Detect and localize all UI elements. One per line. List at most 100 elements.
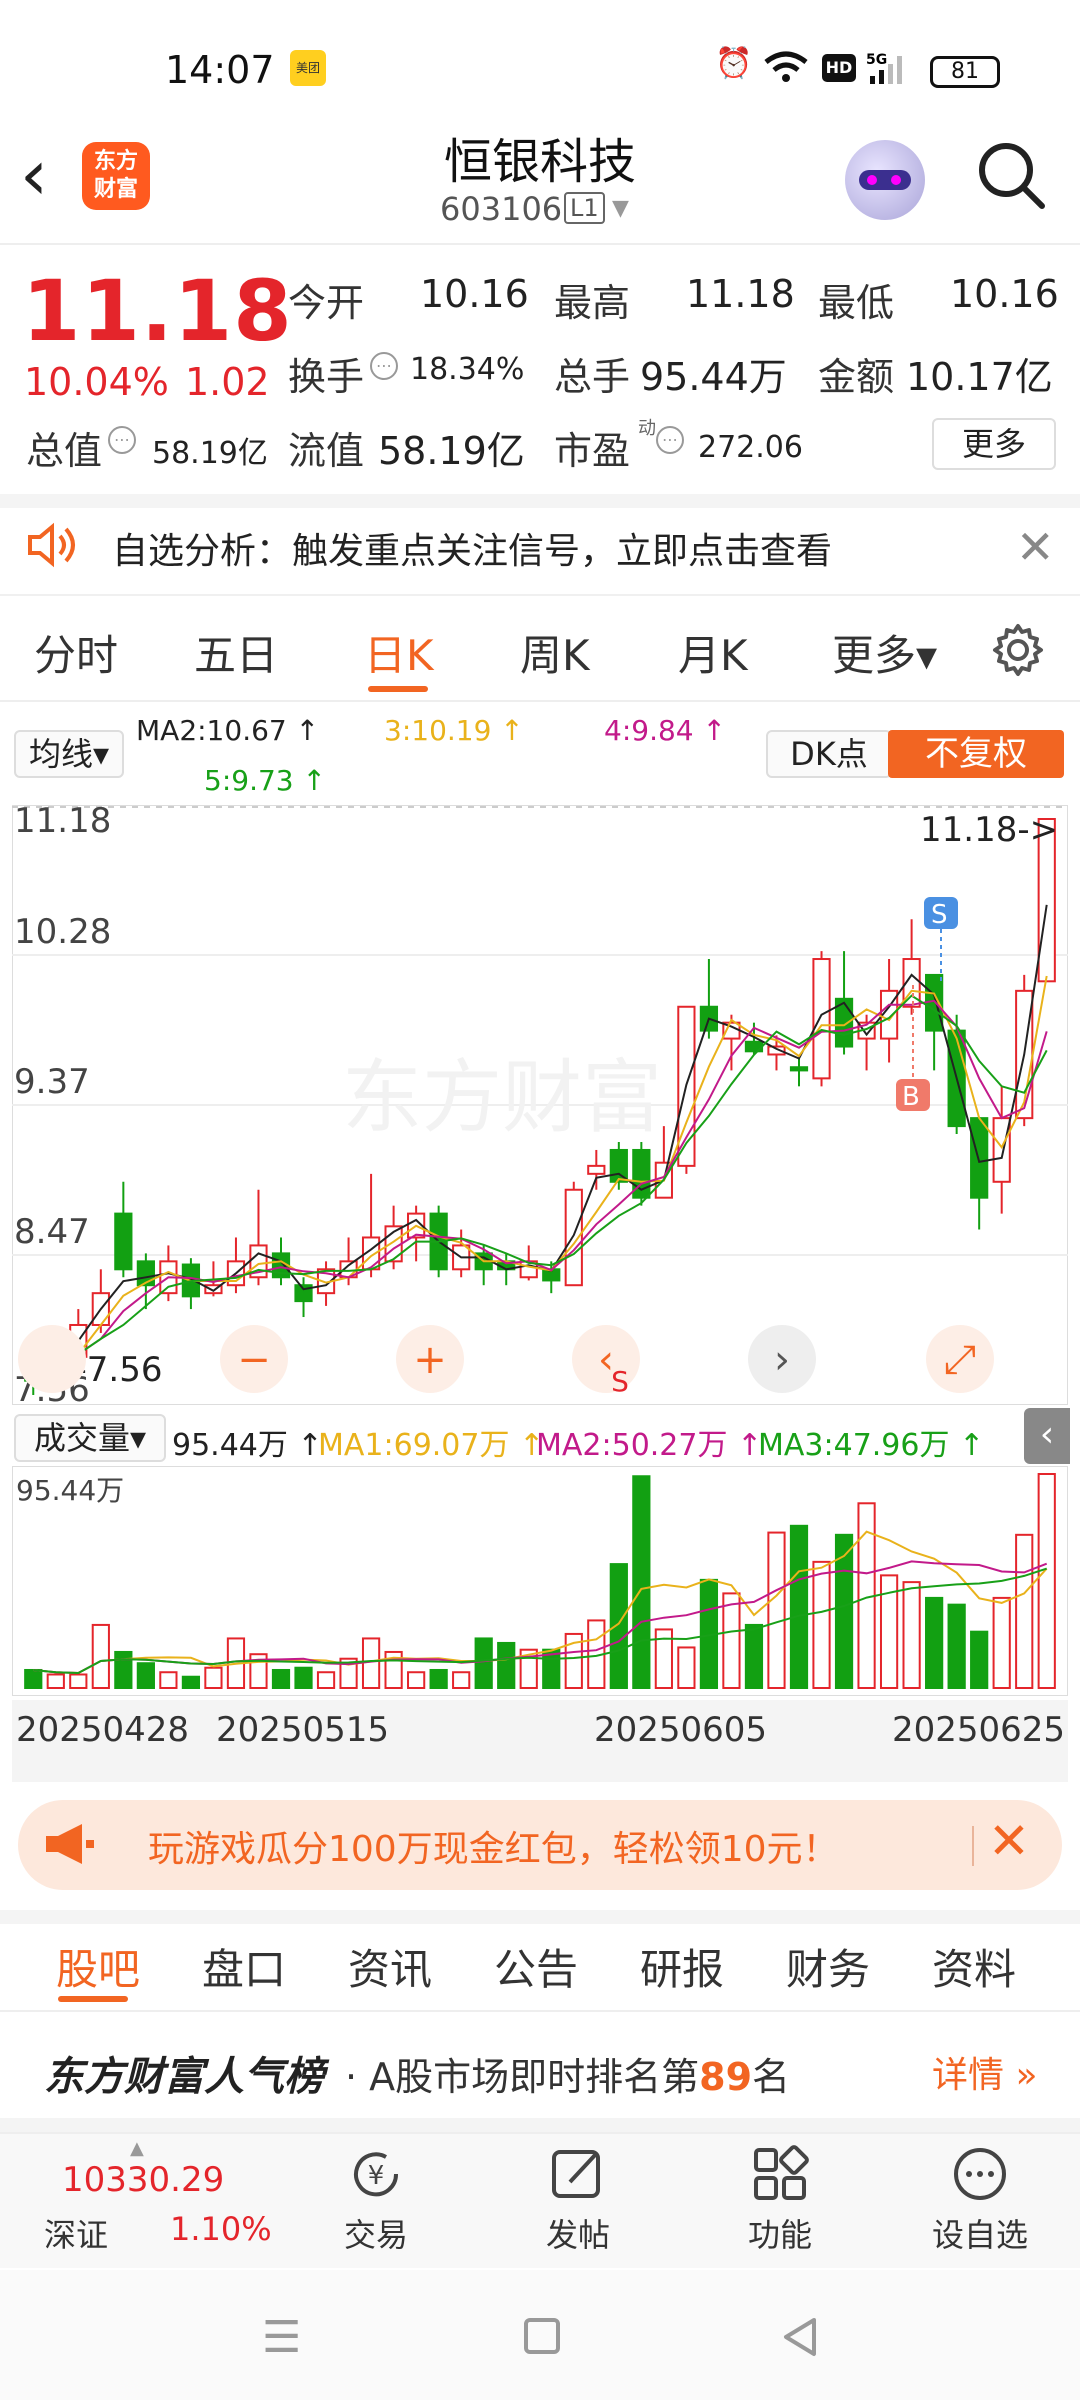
- home-icon[interactable]: [524, 2318, 560, 2354]
- scroll-right-button[interactable]: ›: [774, 1337, 790, 1383]
- info-icon[interactable]: ⋯: [108, 426, 136, 454]
- tab-financials[interactable]: 财务: [786, 1936, 870, 1997]
- buy-signal-tag[interactable]: B: [902, 1082, 920, 1112]
- level-badge[interactable]: L1: [564, 192, 605, 224]
- turnover-value: 18.34%: [410, 352, 525, 387]
- trade-button[interactable]: ¥ 交易: [306, 2144, 446, 2256]
- dk-button[interactable]: DK点: [766, 730, 892, 778]
- volume-bar: [1015, 1533, 1034, 1689]
- ma-selector[interactable]: 均线▾: [14, 730, 124, 778]
- high-label: 最高: [554, 281, 631, 325]
- volume-bar: [136, 1662, 155, 1690]
- volume-bar: [970, 1630, 989, 1689]
- close-icon[interactable]: ✕: [1016, 520, 1055, 574]
- menu-icon[interactable]: ☰: [262, 2312, 301, 2363]
- max-marker: 11.18->: [920, 810, 1058, 850]
- volume-bar: [452, 1671, 471, 1690]
- adjustment-button[interactable]: 不复权: [888, 730, 1064, 778]
- tab-research[interactable]: 研报: [640, 1936, 724, 1997]
- post-button[interactable]: 发帖: [508, 2144, 648, 2256]
- tab-intraday[interactable]: 分时: [34, 622, 118, 683]
- tab-news[interactable]: 资讯: [348, 1936, 432, 1997]
- volume-bar: [429, 1668, 448, 1689]
- active-tab-indicator: [368, 686, 428, 692]
- volume-bar: [91, 1623, 110, 1689]
- more-button[interactable]: 更多: [932, 418, 1056, 470]
- ma3-value: 3:10.19 ↑: [384, 714, 524, 747]
- divider: [972, 1826, 974, 1866]
- amount-value: 10.17亿: [906, 355, 1053, 399]
- rank-detail-link[interactable]: 详情 »: [932, 2046, 1037, 2098]
- chevron-down-icon[interactable]: ▼: [612, 196, 629, 221]
- volume-bar: [159, 1671, 178, 1690]
- tab-monthly-k[interactable]: 月K: [678, 622, 748, 683]
- sell-signal-tag[interactable]: S: [931, 900, 948, 930]
- tab-weekly-k[interactable]: 周K: [520, 622, 590, 683]
- back-nav-icon[interactable]: [780, 2316, 820, 2358]
- change-amount: 1.02: [185, 360, 270, 404]
- pe-dynamic-sup: 动: [638, 418, 656, 439]
- tab-guba[interactable]: 股吧: [56, 1936, 140, 1997]
- pe-label: 市盈: [554, 429, 631, 473]
- gear-icon[interactable]: [990, 622, 1046, 678]
- zoom-in-button[interactable]: +: [413, 1337, 447, 1383]
- control-sub-label: S: [611, 1365, 629, 1398]
- volume-chart[interactable]: 95.44万: [12, 1466, 1068, 1696]
- candle: [812, 958, 831, 1080]
- volume-bar: [316, 1671, 336, 1690]
- signal-5g-icon: 5G: [866, 52, 902, 84]
- svg-text:¥: ¥: [368, 2161, 385, 2191]
- info-icon[interactable]: ⋯: [656, 426, 684, 454]
- robot-assistant-icon[interactable]: [845, 140, 925, 220]
- index-name[interactable]: 深证: [44, 2210, 108, 2256]
- volume-bar: [181, 1675, 201, 1690]
- add-watchlist-button[interactable]: 设自选: [910, 2144, 1050, 2256]
- info-icon[interactable]: ⋯: [370, 352, 398, 380]
- close-icon[interactable]: ✕: [988, 1812, 1030, 1870]
- vol-ma3: MA3:47.96万 ↑: [758, 1428, 985, 1463]
- open-value: 10.16: [420, 272, 529, 316]
- mktcap-value: 58.19亿: [152, 436, 268, 471]
- fullscreen-button[interactable]: ⤢: [944, 1337, 976, 1383]
- tab-more[interactable]: 更多▾: [832, 622, 937, 683]
- vol-ma1: MA1:69.07万 ↑: [318, 1428, 545, 1463]
- tab-daily-k[interactable]: 日K: [364, 622, 434, 683]
- index-percent[interactable]: 1.10%: [170, 2210, 272, 2248]
- rank-brand: 东方财富人气榜: [44, 2054, 324, 2100]
- search-icon[interactable]: [976, 140, 1046, 210]
- add-watchlist-label: 设自选: [931, 2216, 1028, 2254]
- kline-chart[interactable]: 东方财富 11.18 10.28 9.37 8.47 7.56 11.18-> …: [12, 805, 1068, 1405]
- analysis-text[interactable]: 自选分析：触发重点关注信号，立即点击查看: [112, 522, 832, 574]
- watermark: 东方财富: [342, 1051, 662, 1144]
- date-label: 20250428: [16, 1710, 190, 1750]
- float-label: 流值: [288, 429, 365, 473]
- promo-text[interactable]: 玩游戏瓜分100万现金红包，轻松领10元！: [148, 1820, 839, 1872]
- post-label: 发帖: [545, 2216, 610, 2254]
- tab-announcements[interactable]: 公告: [494, 1936, 578, 1997]
- volume-bar: [46, 1673, 65, 1689]
- tab-profile[interactable]: 资料: [932, 1936, 1016, 1997]
- y-tick-label: 8.47: [14, 1212, 90, 1252]
- volume-label: 总手: [554, 355, 631, 399]
- date-label: 20250605: [594, 1710, 768, 1750]
- edit-icon: [508, 2144, 648, 2204]
- zoom-out-button[interactable]: −: [237, 1337, 271, 1383]
- last-price: 11.18: [22, 262, 293, 360]
- volume-selector[interactable]: 成交量▾: [14, 1414, 166, 1462]
- more-dots-icon: [910, 2144, 1050, 2204]
- volume-bar: [407, 1671, 426, 1690]
- collapse-panel-icon[interactable]: ‹: [1024, 1408, 1070, 1464]
- functions-button[interactable]: 功能: [710, 2144, 850, 2256]
- stock-code: 603106: [440, 190, 563, 228]
- volume-bar: [947, 1603, 966, 1689]
- index-value[interactable]: 10330.29: [62, 2160, 224, 2200]
- tab-five-day[interactable]: 五日: [194, 622, 278, 683]
- svg-text:5G: 5G: [866, 52, 887, 68]
- volume-bar: [902, 1581, 921, 1689]
- functions-label: 功能: [747, 2216, 812, 2254]
- volume-bar: [812, 1560, 831, 1689]
- volume-bar: [609, 1563, 628, 1689]
- chevron-up-icon[interactable]: ▲: [130, 2138, 144, 2159]
- tab-pankou[interactable]: 盘口: [202, 1936, 286, 1997]
- ma4-value: 4:9.84 ↑: [604, 714, 726, 747]
